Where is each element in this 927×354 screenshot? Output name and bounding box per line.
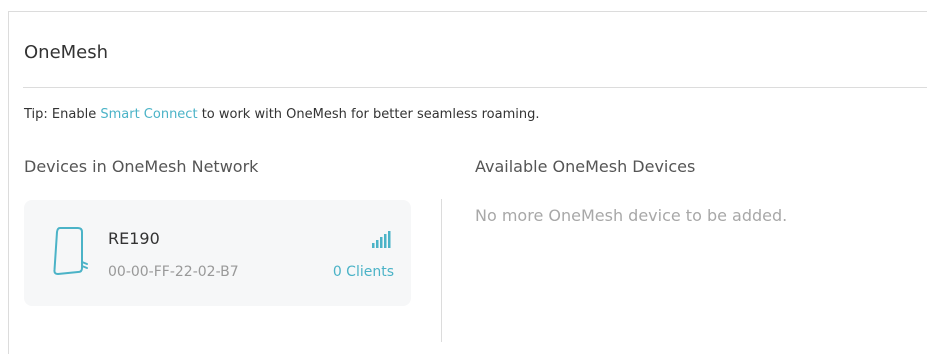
- onemesh-panel: OneMesh Tip: Enable Smart Connect to wor…: [8, 11, 927, 354]
- device-mac: 00-00-FF-22-02-B7: [108, 264, 239, 280]
- signal-strength-icon: [372, 231, 391, 248]
- tip-suffix: to work with OneMesh for better seamless…: [197, 107, 540, 122]
- extender-icon: [53, 227, 88, 275]
- clients-count-link[interactable]: 0 Clients: [333, 264, 394, 280]
- device-name: RE190: [108, 229, 160, 248]
- section-title: OneMesh: [24, 42, 109, 63]
- tip-text: Tip: Enable Smart Connect to work with O…: [24, 107, 540, 122]
- device-card[interactable]: RE190 00-00-FF-22-02-B7 0 Clients: [24, 200, 411, 306]
- title-divider: [23, 87, 927, 88]
- no-devices-message: No more OneMesh device to be added.: [475, 206, 788, 225]
- smart-connect-link[interactable]: Smart Connect: [100, 107, 197, 122]
- column-divider: [441, 199, 442, 342]
- available-devices-heading: Available OneMesh Devices: [475, 157, 696, 176]
- tip-prefix: Tip: Enable: [24, 107, 101, 122]
- devices-in-network-heading: Devices in OneMesh Network: [24, 157, 259, 176]
